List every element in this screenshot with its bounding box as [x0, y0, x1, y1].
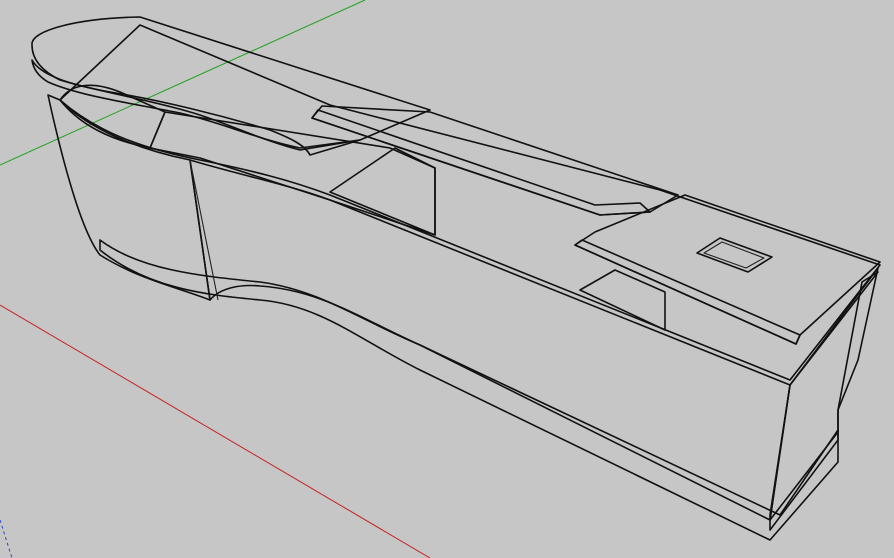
cable-slot[interactable] [696, 237, 773, 273]
curved-end-top-edge [31, 59, 361, 156]
modeling-viewport[interactable] [0, 0, 894, 558]
right-end-face[interactable] [769, 271, 879, 531]
red-axis [0, 304, 431, 558]
blue-axis [0, 519, 13, 558]
middle-shelf-top[interactable] [311, 105, 679, 216]
middle-shelf-front-edge [311, 109, 651, 216]
right-top[interactable] [574, 194, 881, 345]
curved-end-top[interactable] [31, 16, 431, 151]
right-end-side[interactable] [769, 267, 879, 521]
green-axis [0, 0, 366, 166]
base-plinth[interactable] [99, 239, 839, 541]
panel-seam [189, 159, 219, 301]
front-face[interactable] [189, 159, 791, 521]
curved-inner-cavity [59, 84, 166, 149]
3d-scene-canvas[interactable] [0, 0, 894, 558]
